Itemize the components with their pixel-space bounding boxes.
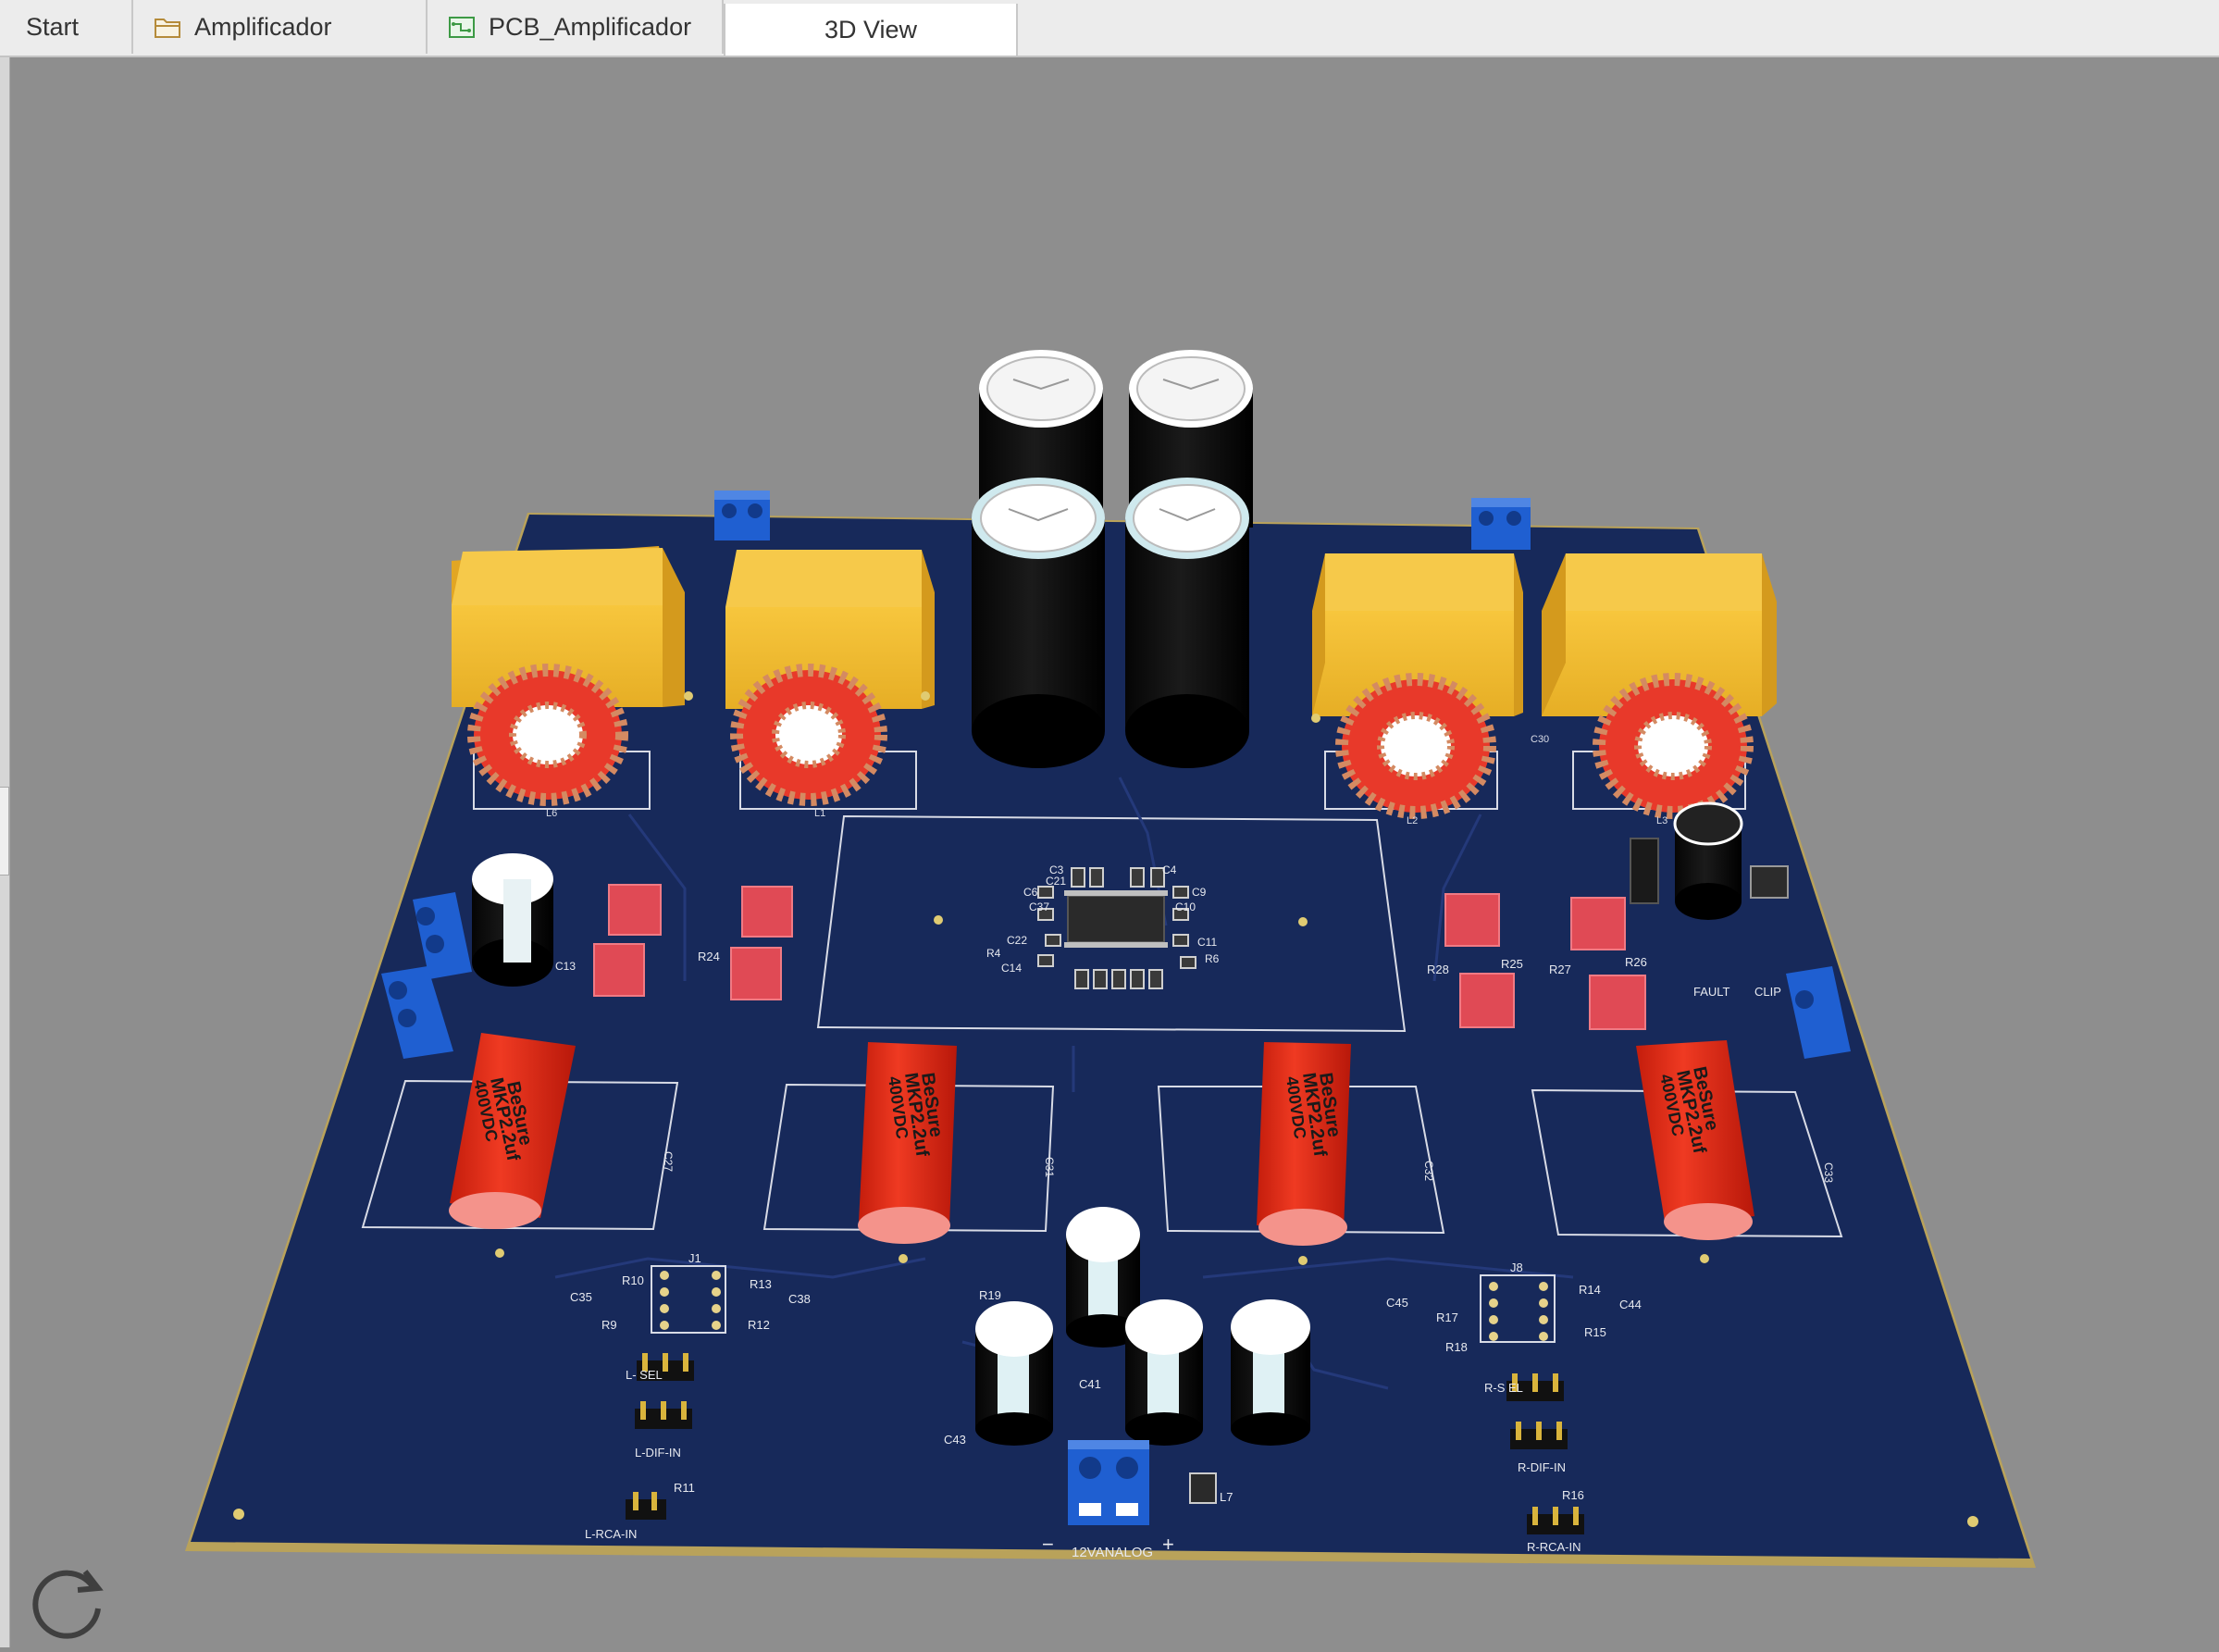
- ref-r6: R6: [1205, 952, 1220, 965]
- film-cap-c27-ref: C27: [662, 1151, 675, 1172]
- label-r-dif-in: R-DIF-IN: [1518, 1460, 1566, 1474]
- ref-c45: C45: [1386, 1296, 1408, 1310]
- ref-r19: R19: [979, 1288, 1001, 1302]
- label-l-sel: L- SEL: [626, 1368, 663, 1382]
- ref-j1: J1: [688, 1251, 701, 1265]
- pin-header-r-rca-in[interactable]: R-RCA-IN: [1527, 1507, 1584, 1554]
- pcb-document-icon: [449, 17, 475, 38]
- label-power-plus: +: [1162, 1533, 1174, 1556]
- ref-r18: R18: [1445, 1340, 1468, 1354]
- toroid-inductor-l6[interactable]: [467, 664, 628, 806]
- toroid-inductor-l2[interactable]: [1335, 673, 1496, 819]
- ref-r14: R14: [1579, 1283, 1601, 1297]
- ref-r16: R16: [1562, 1488, 1584, 1502]
- tab-pcb-amplificador[interactable]: PCB_Amplificador: [428, 0, 724, 54]
- ref-r24: R24: [698, 950, 720, 963]
- label-power-minus: −: [1042, 1533, 1054, 1556]
- terminal-block-top-right[interactable]: [1471, 498, 1531, 550]
- ref-c22: C22: [1007, 934, 1027, 947]
- label-r-rca-in: R-RCA-IN: [1527, 1540, 1581, 1554]
- inductor-label-l1: L1: [814, 808, 825, 819]
- film-cap-c31-ref: C31: [1043, 1157, 1056, 1177]
- tab-pcb-amplificador-label: PCB_Amplificador: [489, 12, 692, 41]
- pcb-3d-scene[interactable]: L6 L1 L2 L3 C30 C3 C4 C21 C6 C9 C37 C10 …: [11, 59, 2219, 1647]
- label-l-rca-in: L-RCA-IN: [585, 1527, 637, 1541]
- amplifier-ic[interactable]: [1064, 890, 1168, 948]
- ref-r9: R9: [601, 1318, 617, 1332]
- ref-c6: C6: [1023, 886, 1038, 899]
- toroid-inductor-l3[interactable]: [1593, 673, 1754, 819]
- film-cap-c33-ref: C33: [1822, 1162, 1835, 1183]
- bulk-capacitor-front-right-top: [1125, 478, 1249, 559]
- ref-c11: C11: [1197, 936, 1217, 949]
- panel-collapse-handle[interactable]: [0, 787, 9, 876]
- tab-start-label: Start: [26, 12, 80, 41]
- ref-c9: C9: [1192, 886, 1207, 899]
- tab-3d-view[interactable]: 3D View: [724, 4, 1018, 56]
- toroid-inductor-l1[interactable]: [730, 664, 887, 806]
- ref-r12: R12: [748, 1318, 770, 1332]
- ref-c14: C14: [1001, 962, 1022, 975]
- tab-amplificador-label: Amplificador: [194, 12, 332, 41]
- ref-r28: R28: [1427, 963, 1449, 976]
- folder-icon: [155, 19, 180, 38]
- ref-l7: L7: [1220, 1490, 1233, 1504]
- ref-c44: C44: [1619, 1298, 1642, 1311]
- ref-r10: R10: [622, 1273, 644, 1287]
- label-12vanalog: 12VANALOG: [1072, 1545, 1153, 1560]
- ref-c37: C37: [1029, 901, 1049, 913]
- terminal-block-top-left[interactable]: [714, 491, 770, 540]
- ref-r11: R11: [674, 1481, 695, 1495]
- ref-r4: R4: [986, 947, 1001, 960]
- ref-c35: C35: [570, 1290, 592, 1304]
- ref-r13: R13: [750, 1277, 772, 1291]
- ref-c4: C4: [1162, 863, 1177, 876]
- label-l-dif-in: L-DIF-IN: [635, 1446, 681, 1459]
- small-cap-2[interactable]: [975, 1301, 1053, 1446]
- ref-fault: FAULT: [1693, 985, 1730, 999]
- ref-c41: C41: [1079, 1377, 1101, 1391]
- ref-c10: C10: [1175, 901, 1196, 913]
- ref-c13: C13: [555, 960, 576, 973]
- ref-r26: R26: [1625, 955, 1647, 969]
- electrolytic-cap-right[interactable]: [1673, 801, 1743, 920]
- inductor-label-l6: L6: [546, 808, 557, 819]
- ref-r15: R15: [1584, 1325, 1606, 1339]
- document-tab-bar: Start Amplificador PCB_Amplificador 3D V…: [0, 0, 2219, 57]
- tab-3d-view-label: 3D View: [824, 15, 918, 43]
- ref-r27: R27: [1549, 963, 1571, 976]
- inductor-label-l2: L2: [1407, 815, 1418, 826]
- reset-view-icon[interactable]: [24, 1555, 113, 1644]
- voltage-regulator: [1750, 865, 1789, 899]
- bulk-capacitor-front-left-top: [972, 478, 1105, 559]
- ref-j8: J8: [1510, 1261, 1523, 1274]
- 3d-viewport[interactable]: L6 L1 L2 L3 C30 C3 C4 C21 C6 C9 C37 C10 …: [11, 59, 2219, 1647]
- header-right-black: [1630, 838, 1659, 904]
- label-r-sel: R-S EL: [1484, 1381, 1523, 1395]
- ref-r17: R17: [1436, 1310, 1458, 1324]
- film-cap-c32-ref: C32: [1422, 1161, 1435, 1181]
- pin-header-r-dif-in[interactable]: R-DIF-IN: [1510, 1422, 1568, 1474]
- tab-start[interactable]: Start: [0, 0, 133, 54]
- ref-c38: C38: [788, 1292, 811, 1306]
- ref-r25: R25: [1501, 957, 1523, 971]
- inductor-l7[interactable]: [1189, 1472, 1217, 1504]
- inductor-label-l3: L3: [1656, 815, 1667, 826]
- ref-c43: C43: [944, 1433, 966, 1447]
- ref-clip: CLIP: [1754, 985, 1781, 999]
- tab-amplificador[interactable]: Amplificador: [133, 0, 428, 54]
- ref-c21: C21: [1046, 875, 1066, 888]
- small-cap-4[interactable]: [1231, 1299, 1310, 1446]
- ref-c30: C30: [1531, 734, 1549, 745]
- small-cap-3[interactable]: [1125, 1299, 1203, 1446]
